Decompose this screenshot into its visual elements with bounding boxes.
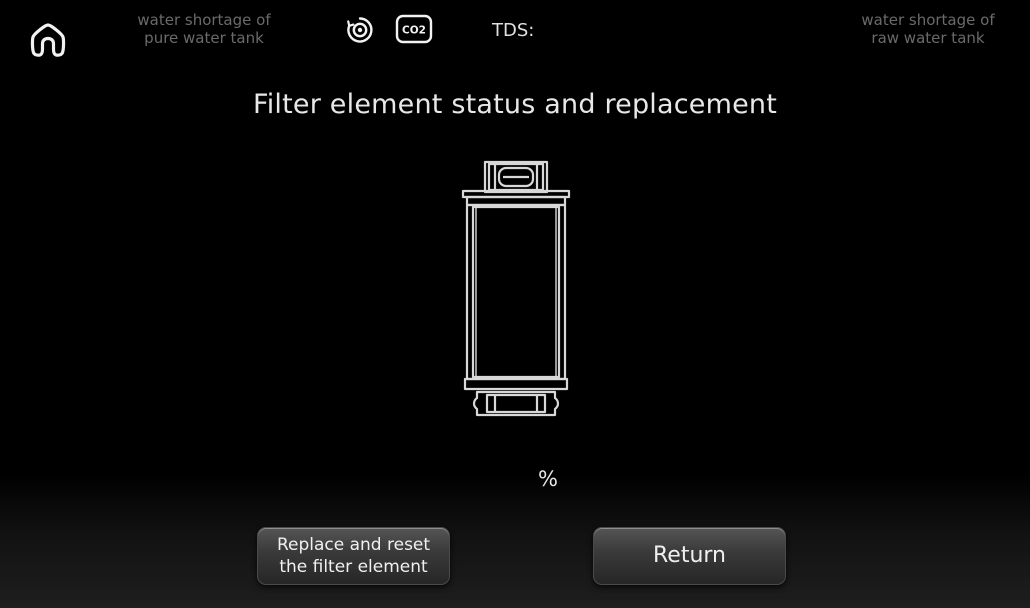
filter-status-screen: water shortage of pure water tank CO2 TD… [0,0,1030,608]
uv-sterilization-icon [344,14,376,46]
tds-label: TDS: [492,20,535,41]
filter-life-percent: % [538,467,558,491]
co2-icon-text: CO2 [402,25,426,37]
replace-reset-filter-button-label: Replace and reset the filter element [276,535,431,577]
pure-water-tank-warning-text: water shortage of pure water tank [137,11,271,47]
raw-water-tank-warning: water shortage of raw water tank [830,11,1026,47]
pure-water-tank-warning: water shortage of pure water tank [106,11,302,47]
co2-icon: CO2 [395,14,433,44]
filter-cartridge-icon [455,156,577,424]
home-icon [30,23,66,57]
page-title: Filter element status and replacement [252,89,778,120]
home-button[interactable] [28,20,68,60]
return-button-label: Return [652,543,726,568]
return-button[interactable]: Return [593,527,786,585]
raw-water-tank-warning-text: water shortage of raw water tank [861,11,995,47]
replace-reset-filter-button[interactable]: Replace and reset the filter element [257,527,450,585]
